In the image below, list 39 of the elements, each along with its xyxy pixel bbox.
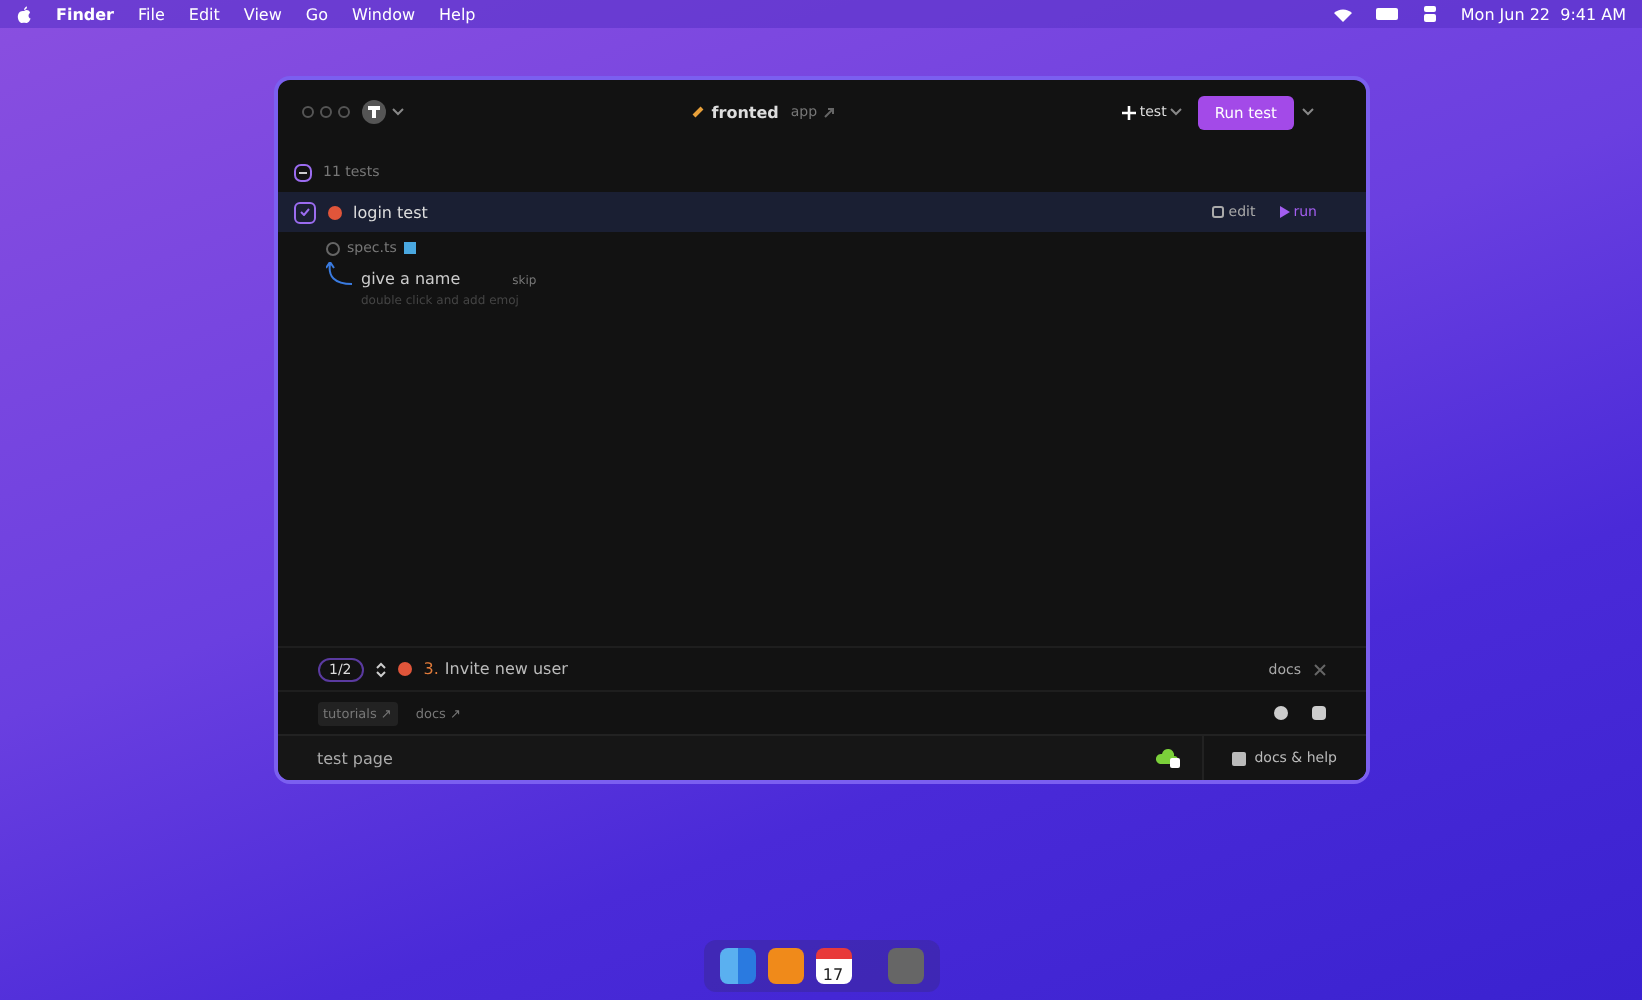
books-icon[interactable]	[767, 948, 803, 984]
menu-item[interactable]: Edit	[188, 5, 220, 23]
chevron-icon	[1170, 108, 1183, 116]
chevron-icon[interactable]	[391, 108, 403, 116]
collapse-icon[interactable]	[293, 163, 311, 181]
menu-item[interactable]: Finder	[56, 5, 114, 23]
apple-icon[interactable]	[16, 5, 32, 23]
control-center-icon[interactable]	[1424, 6, 1437, 22]
close-icon[interactable]	[1313, 663, 1325, 675]
file-icon	[404, 242, 417, 254]
finder-icon[interactable]	[719, 948, 755, 984]
calendar-icon[interactable]: 17	[815, 948, 851, 984]
status-icon	[327, 205, 341, 219]
battery-icon[interactable]	[1376, 8, 1401, 20]
menu-item[interactable]: File	[138, 5, 165, 23]
menu-item[interactable]: Window	[351, 5, 416, 23]
wifi-icon[interactable]	[1334, 7, 1353, 21]
curved-arrow-icon	[325, 262, 353, 288]
play-icon	[1279, 206, 1290, 218]
status-icon	[397, 662, 412, 676]
check-icon	[299, 208, 309, 216]
avatar-icon[interactable]	[361, 100, 385, 124]
external-link-icon[interactable]	[823, 107, 834, 117]
test-name: login test	[353, 203, 428, 221]
project-name[interactable]: fronted	[711, 103, 779, 121]
step-number: 3.	[423, 660, 439, 678]
window-controls-icon[interactable]	[301, 106, 349, 118]
step-title: Invite new user	[444, 660, 568, 678]
menu-item[interactable]: Go	[305, 5, 328, 23]
checkbox[interactable]	[293, 201, 315, 223]
chevron-icon[interactable]	[1301, 108, 1313, 116]
page-label: test page	[317, 749, 393, 767]
cloud-icon[interactable]	[1154, 748, 1183, 768]
menu-item[interactable]: View	[243, 5, 282, 23]
plus-icon	[1121, 105, 1136, 119]
clock[interactable]: Mon Jun 22 9:41 AM	[1460, 5, 1626, 23]
name-field[interactable]: give a name	[361, 270, 461, 288]
menu-item[interactable]: Help	[439, 5, 476, 23]
up-down-icon[interactable]	[375, 661, 386, 677]
